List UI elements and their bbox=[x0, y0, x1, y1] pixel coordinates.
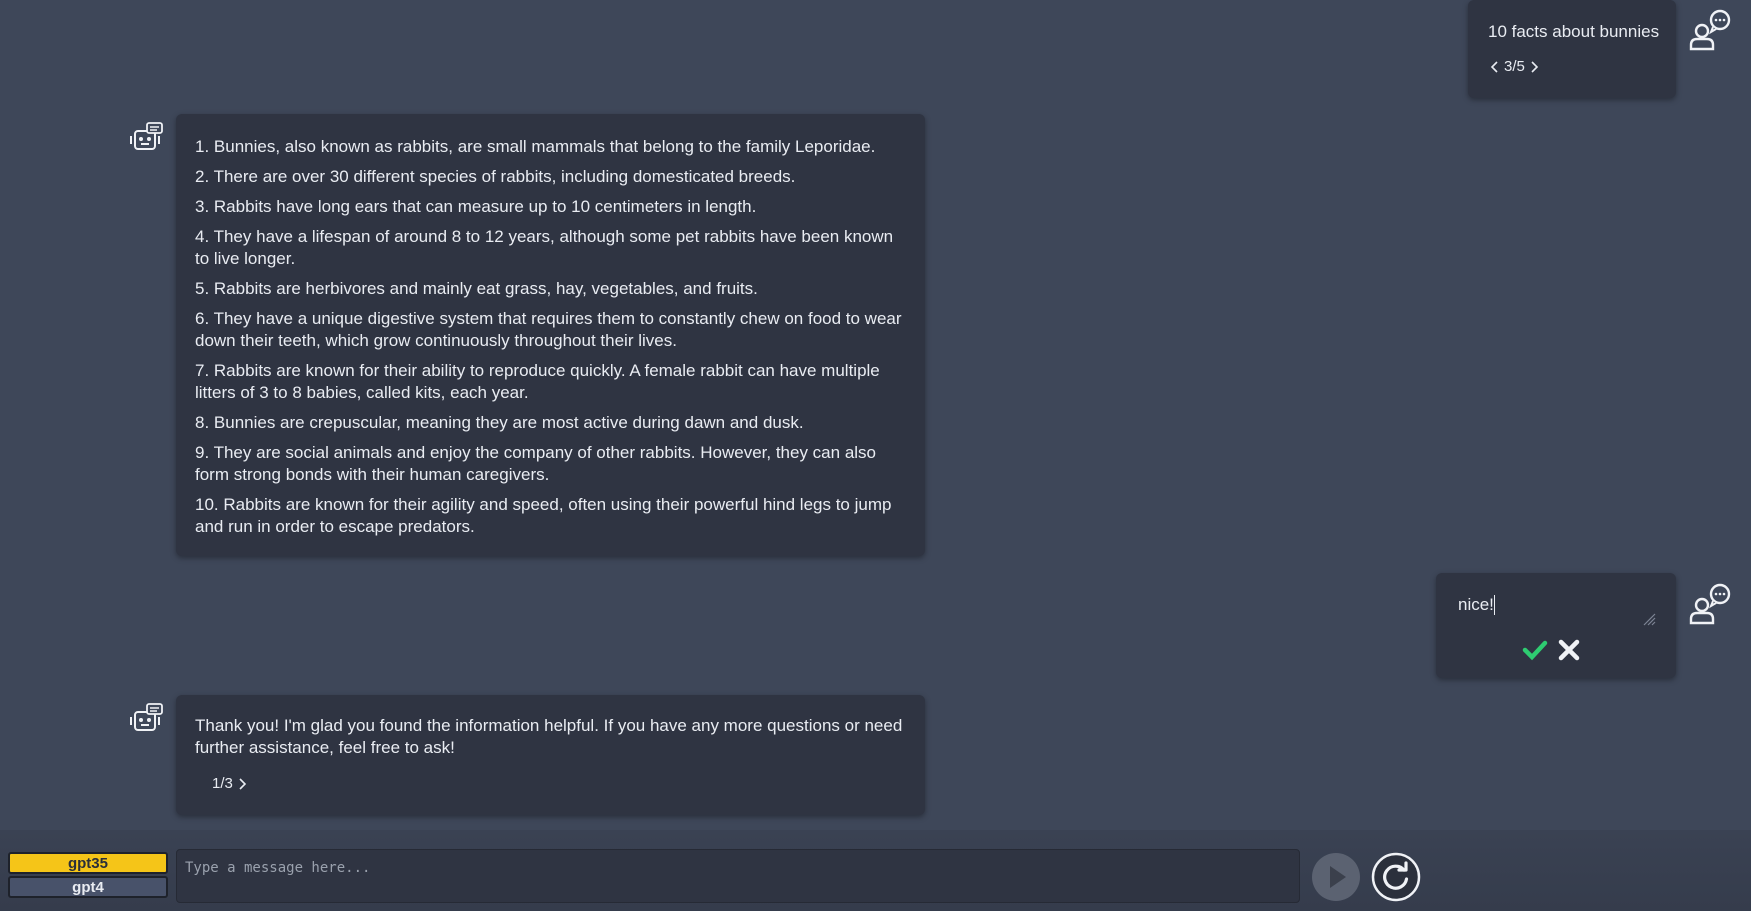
check-icon bbox=[1522, 640, 1548, 661]
send-button[interactable] bbox=[1310, 851, 1362, 903]
bot-message-line: 2. There are over 30 different species o… bbox=[195, 167, 796, 186]
bot-message-line: 6. They have a unique digestive system t… bbox=[195, 309, 902, 350]
user-chat-icon bbox=[1688, 582, 1732, 626]
chevron-right-icon[interactable] bbox=[235, 777, 249, 791]
bot-message-line: 4. They have a lifespan of around 8 to 1… bbox=[195, 227, 894, 268]
bot-message-line: 1. Bunnies, also known as rabbits, are s… bbox=[195, 137, 876, 156]
message-pager: 1/3 bbox=[212, 775, 907, 792]
pager-label: 1/3 bbox=[212, 775, 233, 792]
confirm-edit-button[interactable] bbox=[1522, 637, 1548, 663]
close-icon bbox=[1558, 639, 1580, 661]
bot-message: 1. Bunnies, also known as rabbits, are s… bbox=[176, 114, 925, 556]
user-chat-icon bbox=[1688, 8, 1732, 52]
chevron-right-icon[interactable] bbox=[1527, 60, 1541, 74]
edit-message-field[interactable]: nice! bbox=[1458, 595, 1656, 626]
user-message-text: 10 facts about bunnies bbox=[1488, 22, 1660, 41]
edit-message-value: nice! bbox=[1458, 595, 1494, 614]
text-caret bbox=[1493, 595, 1495, 615]
refresh-button[interactable] bbox=[1370, 851, 1422, 903]
model-option-gpt4[interactable]: gpt4 bbox=[8, 876, 168, 898]
bot-message-line: 3. Rabbits have long ears that can measu… bbox=[195, 197, 757, 216]
bot-message: Thank you! I'm glad you found the inform… bbox=[176, 695, 925, 815]
robot-icon bbox=[130, 703, 164, 737]
user-message-editor: nice! bbox=[1436, 573, 1676, 678]
bot-message-line: 5. Rabbits are herbivores and mainly eat… bbox=[195, 279, 758, 298]
message-input[interactable] bbox=[176, 849, 1300, 903]
bot-message-line: 7. Rabbits are known for their ability t… bbox=[195, 361, 880, 402]
message-pager: 3/5 bbox=[1488, 58, 1656, 75]
bot-message-text: Thank you! I'm glad you found the inform… bbox=[195, 716, 903, 757]
play-icon bbox=[1312, 853, 1360, 901]
chat-view: 10 facts about bunnies 3/5 1. Bunnies, a… bbox=[0, 0, 1751, 911]
robot-icon bbox=[130, 122, 164, 156]
resize-handle-icon[interactable] bbox=[1642, 611, 1656, 626]
pager-label: 3/5 bbox=[1504, 58, 1525, 75]
bot-message-line: 9. They are social animals and enjoy the… bbox=[195, 443, 877, 484]
model-option-gpt35[interactable]: gpt35 bbox=[8, 852, 168, 874]
refresh-icon bbox=[1371, 852, 1421, 902]
bot-message-line: 10. Rabbits are known for their agility … bbox=[195, 495, 892, 536]
chevron-left-icon[interactable] bbox=[1488, 60, 1502, 74]
user-message[interactable]: 10 facts about bunnies 3/5 bbox=[1468, 0, 1676, 98]
cancel-edit-button[interactable] bbox=[1556, 637, 1582, 663]
model-selector: gpt35 gpt4 bbox=[8, 852, 168, 898]
bot-message-line: 8. Bunnies are crepuscular, meaning they… bbox=[195, 413, 804, 432]
